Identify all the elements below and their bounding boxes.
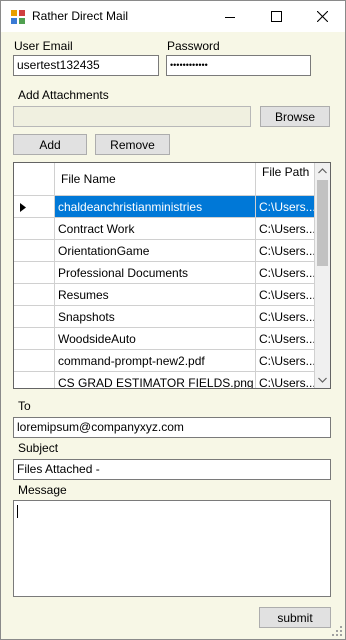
row-header[interactable]	[14, 262, 55, 284]
grid-header: File Name File Path	[14, 163, 315, 196]
attachment-path-field	[13, 106, 251, 127]
scroll-down-icon[interactable]	[318, 377, 327, 383]
row-header[interactable]	[14, 328, 55, 350]
cell-file-path[interactable]: C:\Users...	[256, 262, 315, 284]
subject-field[interactable]: Files Attached -	[13, 459, 331, 480]
maximize-button[interactable]	[253, 1, 299, 32]
app-icon	[11, 10, 25, 24]
scroll-up-icon[interactable]	[318, 168, 327, 174]
table-row[interactable]: command-prompt-new2.pdf C:\Users...	[14, 350, 315, 372]
cell-file-name[interactable]: Resumes	[55, 284, 256, 306]
title-bar: Rather Direct Mail	[1, 1, 345, 32]
remove-button[interactable]: Remove	[95, 134, 170, 155]
cell-file-path[interactable]: C:\Users...	[256, 218, 315, 240]
cell-file-path[interactable]: C:\Users...	[256, 350, 315, 372]
cell-file-path[interactable]: C:\Users...	[256, 240, 315, 262]
cell-file-path[interactable]: C:\Users...	[256, 284, 315, 306]
cell-file-name[interactable]: chaldeanchristianministries	[55, 196, 256, 218]
main-window: Rather Direct Mail User Email usertest13…	[0, 0, 346, 640]
row-header[interactable]	[14, 284, 55, 306]
password-label: Password	[167, 39, 220, 53]
column-header-file-name[interactable]: File Name	[55, 163, 256, 196]
user-email-field[interactable]: usertest132435	[13, 55, 159, 76]
scrollbar-thumb[interactable]	[317, 180, 328, 266]
to-label: To	[18, 399, 31, 413]
row-header[interactable]	[14, 218, 55, 240]
row-header[interactable]	[14, 306, 55, 328]
to-field[interactable]: loremipsum@companyxyz.com	[13, 417, 331, 438]
cell-file-name[interactable]: Snapshots	[55, 306, 256, 328]
text-caret	[17, 505, 18, 518]
row-header[interactable]	[14, 240, 55, 262]
resize-grip-icon[interactable]	[332, 626, 343, 637]
table-row[interactable]: WoodsideAuto C:\Users...	[14, 328, 315, 350]
close-icon	[316, 11, 328, 22]
message-label: Message	[18, 483, 67, 497]
maximize-icon	[270, 11, 282, 22]
window-title: Rather Direct Mail	[32, 9, 129, 23]
password-field[interactable]: ••••••••••••	[166, 55, 311, 76]
row-selector-icon	[20, 203, 26, 212]
close-button[interactable]	[299, 1, 345, 32]
table-row[interactable]: CS GRAD ESTIMATOR FIELDS.png C:\Users...	[14, 372, 315, 388]
cell-file-name[interactable]: Contract Work	[55, 218, 256, 240]
cell-file-name[interactable]: Professional Documents	[55, 262, 256, 284]
add-button[interactable]: Add	[13, 134, 87, 155]
cell-file-path[interactable]: C:\Users...	[256, 328, 315, 350]
row-header[interactable]	[14, 350, 55, 372]
cell-file-path[interactable]: C:\Users...	[256, 196, 315, 218]
cell-file-name[interactable]: OrientationGame	[55, 240, 256, 262]
subject-label: Subject	[18, 441, 59, 455]
submit-button[interactable]: submit	[259, 607, 331, 628]
table-row[interactable]: Professional Documents C:\Users...	[14, 262, 315, 284]
attachments-grid[interactable]: File Name File Path chaldeanchristianmin…	[13, 162, 331, 389]
cell-file-name[interactable]: WoodsideAuto	[55, 328, 256, 350]
message-textarea[interactable]	[13, 500, 331, 597]
table-row[interactable]: Contract Work C:\Users...	[14, 218, 315, 240]
table-row[interactable]: Resumes C:\Users...	[14, 284, 315, 306]
row-header[interactable]	[14, 196, 55, 218]
grid-scrollbar[interactable]	[315, 163, 330, 388]
table-row[interactable]: OrientationGame C:\Users...	[14, 240, 315, 262]
cell-file-path[interactable]: C:\Users...	[256, 372, 315, 388]
user-email-label: User Email	[14, 39, 73, 53]
grid-corner-cell	[14, 163, 55, 196]
table-row[interactable]: Snapshots C:\Users...	[14, 306, 315, 328]
minimize-button[interactable]	[207, 1, 253, 32]
minimize-icon	[225, 16, 235, 18]
column-header-file-path[interactable]: File Path	[256, 163, 315, 196]
add-attachments-label: Add Attachments	[18, 88, 109, 102]
table-row[interactable]: chaldeanchristianministries C:\Users...	[14, 196, 315, 218]
cell-file-name[interactable]: CS GRAD ESTIMATOR FIELDS.png	[55, 372, 256, 388]
browse-button[interactable]: Browse	[260, 106, 330, 127]
row-header[interactable]	[14, 372, 55, 388]
cell-file-name[interactable]: command-prompt-new2.pdf	[55, 350, 256, 372]
cell-file-path[interactable]: C:\Users...	[256, 306, 315, 328]
